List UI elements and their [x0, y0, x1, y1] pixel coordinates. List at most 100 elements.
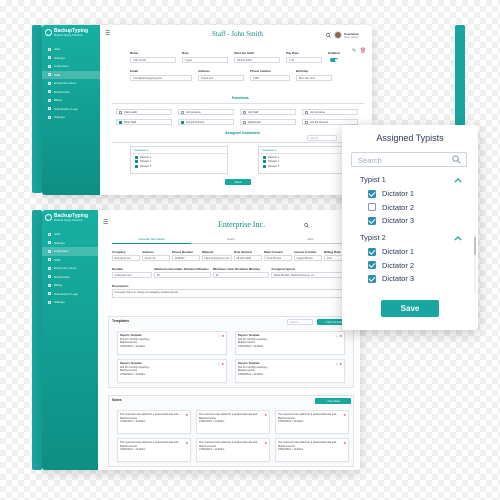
staff-save-button[interactable]: Save: [225, 179, 251, 185]
sidebar-item[interactable]: Customers: [42, 247, 98, 256]
dictator-row[interactable]: Dictator 3: [368, 274, 414, 283]
function-checkbox[interactable]: Job job account: [178, 119, 234, 125]
function-checkbox[interactable]: Job previous: [302, 109, 358, 115]
sidebar-item[interactable]: Jobs: [42, 45, 100, 54]
sidebar-item[interactable]: Enterprise Users: [42, 264, 98, 273]
hamburger-icon[interactable]: ☰: [103, 220, 108, 226]
enabled-toggle[interactable]: [330, 58, 338, 62]
checkbox-icon[interactable]: [119, 120, 122, 124]
sidebar-item[interactable]: Subscription Logs: [42, 290, 98, 299]
info-value[interactable]: https://enterprise.com: [202, 255, 232, 261]
phone-field[interactable]: 1248: [250, 75, 290, 81]
info-value[interactable]: enterprise.com: [112, 272, 153, 278]
delete-icon[interactable]: ✖: [339, 362, 342, 366]
save-button[interactable]: Save: [381, 300, 439, 317]
sidebar-item[interactable]: Dictionaries: [42, 273, 98, 282]
info-value[interactable]: 1234567: [172, 255, 201, 261]
function-checkbox[interactable]: Client audit: [116, 109, 172, 115]
delete-icon[interactable]: ✖: [185, 413, 188, 417]
avatar[interactable]: [334, 31, 342, 39]
tab-users[interactable]: Users: [191, 237, 271, 244]
sidebar-item[interactable]: Settings: [42, 298, 98, 307]
edit-icon[interactable]: ✎: [352, 49, 356, 54]
search-icon[interactable]: [452, 155, 461, 164]
checkbox-icon[interactable]: [135, 155, 138, 159]
checkbox-icon[interactable]: [181, 120, 184, 124]
checkbox-icon[interactable]: [243, 120, 246, 124]
dictator-row[interactable]: Dictator 3: [368, 216, 414, 225]
info-value[interactable]: 10: [212, 272, 270, 278]
sidebar-item[interactable]: Customers: [42, 62, 100, 71]
info-value[interactable]: Maria Bonifax, Martina Deveza, +3: [271, 272, 352, 278]
checkbox-icon[interactable]: [305, 110, 308, 114]
function-checkbox[interactable]: Job previous: [178, 109, 234, 115]
email-field[interactable]: John@backuptyping.com: [130, 75, 192, 81]
birthday-field[interactable]: Mon Dec 2nd: [296, 75, 332, 81]
name-field[interactable]: John Smith: [130, 57, 176, 63]
delete-icon[interactable]: ✖: [343, 413, 346, 417]
sidebar-item[interactable]: Jobs: [42, 230, 98, 239]
address-field[interactable]: Green 112: [198, 75, 244, 81]
note-card[interactable]: The customer has called for a preferenti…: [196, 438, 270, 462]
dictator-row[interactable]: Dictator 2: [368, 261, 414, 270]
checkbox-icon[interactable]: [368, 216, 376, 225]
sidebar-item[interactable]: Settings: [42, 113, 100, 122]
download-icon[interactable]: ⤓: [336, 362, 337, 366]
checkbox-icon[interactable]: [263, 164, 266, 168]
template-card[interactable]: Reports Template File for monthly reporti…: [117, 331, 227, 355]
download-icon[interactable]: ⤓: [218, 334, 219, 338]
checkbox-icon[interactable]: [119, 110, 122, 114]
checkbox-icon[interactable]: [368, 274, 376, 283]
chevron-up-icon[interactable]: [454, 178, 462, 183]
note-card[interactable]: The customer has called for a preferenti…: [275, 410, 349, 434]
customer-search-input[interactable]: Search: [307, 135, 337, 141]
new-note-button[interactable]: + New Note: [315, 398, 351, 404]
delete-icon[interactable]: 🗑: [360, 49, 366, 54]
sidebar-item[interactable]: Staff: [42, 70, 100, 79]
search-icon[interactable]: [304, 223, 309, 228]
note-card[interactable]: The customer has called for a preferenti…: [196, 410, 270, 434]
sidebar-item[interactable]: Subscription Logs: [42, 105, 100, 114]
checkbox-icon[interactable]: [368, 203, 376, 211]
start-date-field[interactable]: 28 Feb 2020: [234, 57, 280, 63]
checkbox-icon[interactable]: [368, 189, 376, 198]
tab-general-information[interactable]: General Information: [112, 237, 192, 244]
info-value[interactable]: Angela Bones: [293, 255, 322, 261]
delete-icon[interactable]: ✖: [221, 334, 224, 338]
pay-rate-field[interactable]: 1.00: [286, 57, 322, 63]
checkbox-icon[interactable]: [135, 160, 138, 164]
sidebar-item[interactable]: Settings: [42, 54, 100, 63]
function-checkbox[interactable]: Job Staff: [240, 109, 296, 115]
sidebar-item[interactable]: Enterprise Users: [42, 79, 100, 88]
typist-group-header[interactable]: Typist 2: [360, 233, 386, 242]
info-value[interactable]: Kevin Bones: [263, 255, 292, 261]
role-field[interactable]: Typist: [182, 57, 228, 63]
scrollbar-thumb[interactable]: [474, 237, 476, 255]
sidebar-item[interactable]: Staff: [42, 256, 98, 265]
download-icon[interactable]: ⤓: [218, 362, 219, 366]
checkbox-icon[interactable]: [305, 120, 308, 124]
customer-director-row[interactable]: Director 3: [131, 164, 227, 169]
typist-search-input[interactable]: Search: [351, 152, 467, 167]
info-value[interactable]: Enterprise Inc.: [112, 255, 140, 261]
sidebar-item[interactable]: Billing: [42, 281, 98, 290]
note-card[interactable]: The customer has called for a preferenti…: [275, 438, 349, 462]
checkbox-icon[interactable]: [368, 247, 376, 256]
function-checkbox[interactable]: Write Staff: [116, 119, 172, 125]
checkbox-icon[interactable]: [135, 164, 138, 168]
sidebar-item[interactable]: Dictionaries: [42, 88, 100, 97]
note-card[interactable]: The customer has called for a preferenti…: [117, 410, 191, 434]
delete-icon[interactable]: ✖: [264, 413, 267, 417]
delete-icon[interactable]: ✖: [221, 362, 224, 366]
checkbox-icon[interactable]: [243, 110, 246, 114]
customer-director-row[interactable]: Director 3: [259, 164, 355, 169]
tab-jobs[interactable]: Jobs: [270, 237, 350, 244]
template-card[interactable]: Reports Template File for monthly reporti…: [235, 359, 345, 383]
dictator-row[interactable]: Dictator 1: [368, 189, 414, 198]
info-value[interactable]: 28 Feb 2020: [233, 255, 262, 261]
download-icon[interactable]: ⤓: [336, 334, 337, 338]
delete-icon[interactable]: ✖: [185, 441, 188, 445]
sidebar-item[interactable]: Billing: [42, 96, 100, 105]
description-field[interactable]: Company that is in charge of managing me…: [112, 289, 352, 298]
note-card[interactable]: The customer has called for a preferenti…: [117, 438, 191, 462]
